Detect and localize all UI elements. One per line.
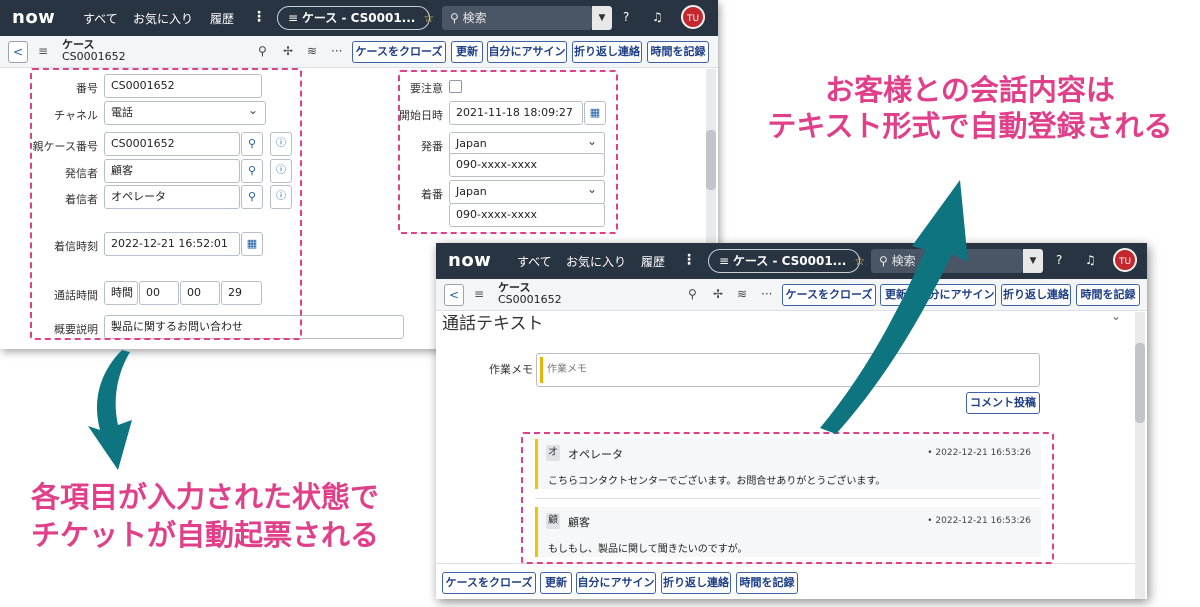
callout-form-line1: 各項目が入力された状態で bbox=[30, 480, 379, 514]
arrow-down-icon bbox=[88, 350, 132, 470]
arrow-up-icon bbox=[820, 180, 968, 434]
callout-transcript-line2: テキスト形式で自動登録される bbox=[767, 109, 1173, 143]
callout-form: 各項目が入力された状態で チケットが自動起票される bbox=[0, 478, 410, 554]
callout-transcript-line1: お客様との会話内容は bbox=[825, 73, 1115, 107]
callout-transcript: お客様との会話内容は テキスト形式で自動登録される bbox=[752, 72, 1188, 144]
callout-form-line2: チケットが自動起票される bbox=[30, 518, 379, 552]
